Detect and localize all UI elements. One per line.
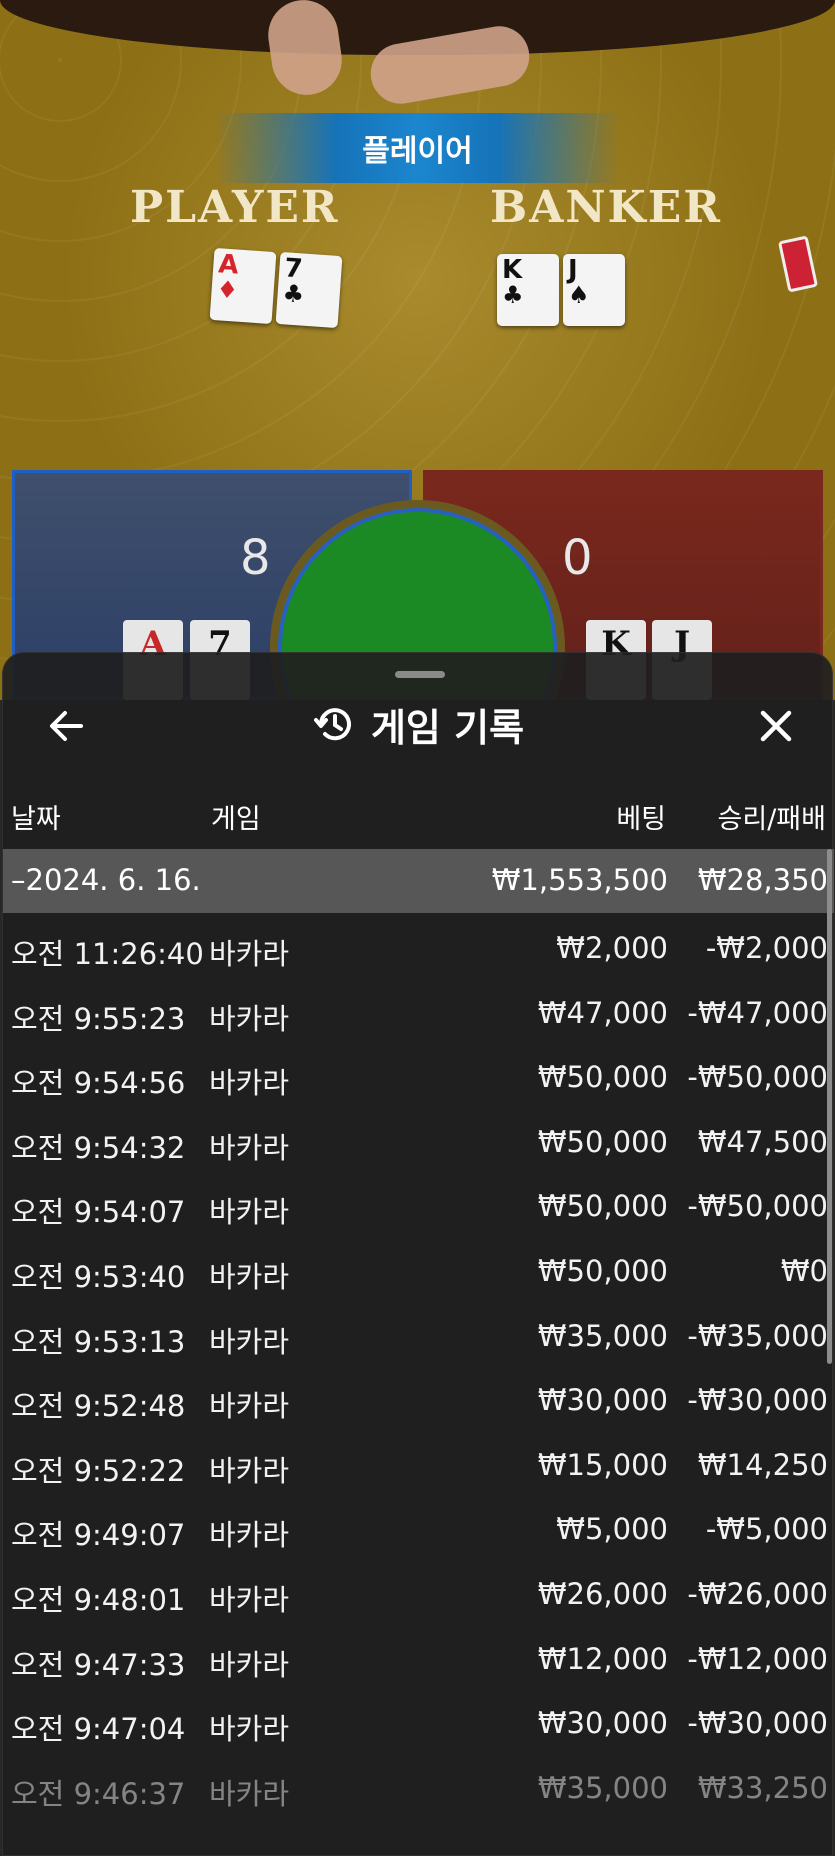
- history-row[interactable]: 오전 9:52:48 바카라 ₩30,000 -₩30,000: [3, 1365, 834, 1430]
- close-button[interactable]: [751, 701, 801, 751]
- history-list: 오전 11:26:40 바카라 ₩2,000 -₩2,000 오전 9:55:23 바카…: [3, 913, 834, 1817]
- row-game: 바카라: [209, 1066, 290, 1101]
- history-row[interactable]: 오전 11:26:40 바카라 ₩2,000 -₩2,000: [3, 913, 834, 978]
- row-time: 오전 9:46:37: [11, 1776, 186, 1811]
- sheet-title-group: 게임 기록: [3, 693, 834, 755]
- row-time: 오전 9:47:33: [11, 1647, 186, 1682]
- row-win-loss: ₩0: [780, 1253, 828, 1288]
- row-bet: ₩50,000: [537, 1189, 668, 1224]
- column-header-date[interactable]: 날짜: [11, 797, 61, 836]
- row-bet: ₩50,000: [537, 1253, 668, 1288]
- column-header-win-loss[interactable]: 승리/패배: [718, 797, 826, 836]
- column-header-bet[interactable]: 베팅: [616, 797, 666, 836]
- player-card-1: A ♦: [209, 247, 277, 325]
- row-time: 오전 9:48:01: [11, 1582, 186, 1617]
- row-win-loss: ₩14,250: [697, 1447, 828, 1482]
- history-row[interactable]: 오전 9:47:04 바카라 ₩30,000 -₩30,000: [3, 1688, 834, 1753]
- row-game: 바카라: [209, 1389, 290, 1424]
- row-win-loss: -₩5,000: [705, 1512, 828, 1547]
- history-row[interactable]: 오전 9:54:07 바카라 ₩50,000 -₩50,000: [3, 1171, 834, 1236]
- row-game: 바카라: [209, 937, 290, 971]
- row-win-loss: -₩12,000: [687, 1641, 828, 1676]
- close-icon: [760, 710, 792, 742]
- date-summary-row[interactable]: –2024. 6. 16. ₩1,553,500 ₩28,350: [3, 849, 834, 913]
- row-game: 바카라: [209, 1130, 290, 1165]
- row-bet: ₩47,000: [537, 995, 668, 1030]
- row-time: 오전 9:47:04: [11, 1712, 186, 1747]
- row-time: 오전 9:55:23: [11, 1001, 186, 1036]
- row-win-loss: -₩2,000: [705, 931, 828, 965]
- row-time: 오전 9:53:13: [11, 1324, 186, 1359]
- history-row[interactable]: 오전 9:47:33 바카라 ₩12,000 -₩12,000: [3, 1624, 834, 1689]
- banker-felt-label: BANKER: [490, 182, 722, 233]
- row-time: 오전 9:54:32: [11, 1130, 186, 1165]
- row-bet: ₩50,000: [537, 1060, 668, 1095]
- row-bet: ₩35,000: [537, 1770, 668, 1805]
- row-win-loss: -₩35,000: [687, 1318, 828, 1353]
- row-game: 바카라: [209, 1195, 290, 1230]
- row-win-loss: -₩26,000: [687, 1576, 828, 1611]
- row-win-loss: ₩47,500: [697, 1124, 828, 1159]
- history-row[interactable]: 오전 9:52:22 바카라 ₩15,000 ₩14,250: [3, 1430, 834, 1495]
- history-row[interactable]: 오전 9:55:23 바카라 ₩47,000 -₩47,000: [3, 978, 834, 1043]
- summary-win-loss-total: ₩28,350: [697, 863, 828, 897]
- row-game: 바카라: [209, 1712, 290, 1747]
- row-time: 오전 9:53:40: [11, 1259, 186, 1294]
- row-game: 바카라: [209, 1518, 290, 1553]
- column-header-game[interactable]: 게임: [211, 797, 261, 836]
- sheet-header: 게임 기록: [3, 693, 834, 755]
- history-scrollbar[interactable]: [827, 849, 832, 1364]
- row-win-loss: -₩50,000: [687, 1060, 828, 1095]
- row-game: 바카라: [209, 1453, 290, 1488]
- player-score: 8: [240, 530, 271, 586]
- summary-date: –2024. 6. 16.: [11, 863, 201, 897]
- row-win-loss: -₩50,000: [687, 1189, 828, 1224]
- history-icon: [313, 708, 351, 741]
- row-game: 바카라: [209, 1582, 290, 1617]
- row-game: 바카라: [209, 1259, 290, 1294]
- player-felt-label: PLAYER: [130, 182, 340, 233]
- banker-card-2: J ♠: [563, 254, 625, 326]
- game-history-sheet: 게임 기록 날짜 게임 베팅 승리/패배 –2024. 6. 16. ₩1,55…: [2, 652, 834, 1856]
- history-row[interactable]: 오전 9:53:40 바카라 ₩50,000 ₩0: [3, 1236, 834, 1301]
- row-bet: ₩26,000: [537, 1576, 668, 1611]
- row-game: 바카라: [209, 1776, 290, 1811]
- row-game: 바카라: [209, 1647, 290, 1682]
- row-time: 오전 9:52:48: [11, 1389, 186, 1424]
- banker-card-1: K ♣: [497, 254, 559, 326]
- history-row[interactable]: 오전 9:54:32 바카라 ₩50,000 ₩47,500: [3, 1107, 834, 1172]
- row-bet: ₩30,000: [537, 1706, 668, 1741]
- row-win-loss: -₩30,000: [687, 1383, 828, 1418]
- summary-bet-total: ₩1,553,500: [491, 863, 668, 897]
- history-row[interactable]: 오전 9:49:07 바카라 ₩5,000 -₩5,000: [3, 1494, 834, 1559]
- row-bet: ₩35,000: [537, 1318, 668, 1353]
- row-time: 오전 9:54:56: [11, 1066, 186, 1101]
- history-row[interactable]: 오전 9:54:56 바카라 ₩50,000 -₩50,000: [3, 1042, 834, 1107]
- row-bet: ₩12,000: [537, 1641, 668, 1676]
- row-game: 바카라: [209, 1324, 290, 1359]
- player-card-2: 7 ♣: [275, 251, 343, 329]
- banker-score: 0: [562, 530, 593, 586]
- history-row[interactable]: 오전 9:46:37 바카라 ₩35,000 ₩33,250: [3, 1753, 834, 1818]
- sheet-drag-handle[interactable]: [395, 671, 445, 678]
- row-win-loss: -₩47,000: [687, 995, 828, 1030]
- row-time: 오전 9:52:22: [11, 1453, 186, 1488]
- row-bet: ₩5,000: [556, 1512, 668, 1547]
- row-time: 오전 9:49:07: [11, 1518, 186, 1553]
- row-time: 오전 9:54:07: [11, 1195, 186, 1230]
- sheet-title: 게임 기록: [370, 705, 525, 750]
- history-row[interactable]: 오전 9:48:01 바카라 ₩26,000 -₩26,000: [3, 1559, 834, 1624]
- row-win-loss: -₩30,000: [687, 1706, 828, 1741]
- row-time: 오전 11:26:40: [11, 937, 204, 971]
- winner-banner: 플레이어: [215, 113, 620, 183]
- row-bet: ₩2,000: [556, 931, 668, 965]
- row-bet: ₩15,000: [537, 1447, 668, 1482]
- history-row[interactable]: 오전 9:53:13 바카라 ₩35,000 -₩35,000: [3, 1301, 834, 1366]
- row-bet: ₩30,000: [537, 1383, 668, 1418]
- row-game: 바카라: [209, 1001, 290, 1036]
- row-bet: ₩50,000: [537, 1124, 668, 1159]
- row-win-loss: ₩33,250: [697, 1770, 828, 1805]
